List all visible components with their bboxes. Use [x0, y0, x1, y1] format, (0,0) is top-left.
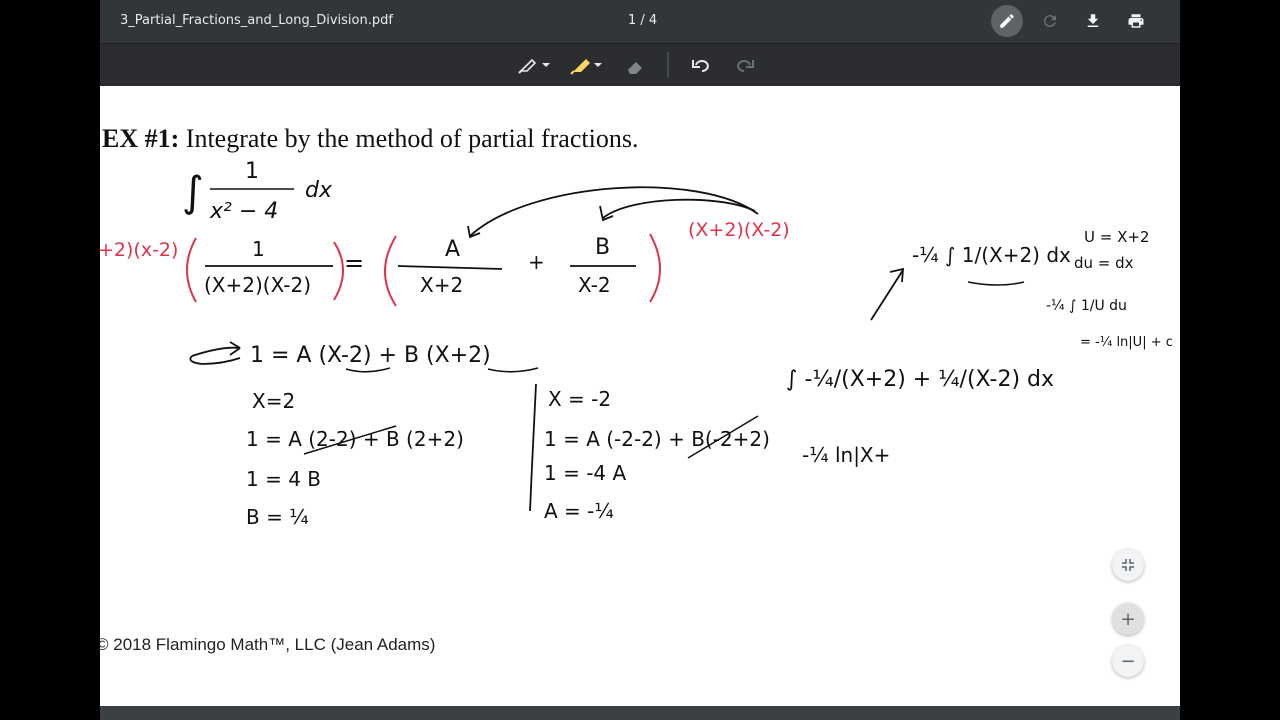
rhs-integral: ∫ -¼/(X+2) + ¼/(X-2) dx [786, 367, 1054, 392]
integral-denominator: x² − 4 [209, 199, 278, 224]
cover-up-work: 1 = A (X-2) + B (X+2) X=2 1 = A (2-2) + … [246, 343, 770, 529]
zoom-out-button[interactable]: − [1112, 645, 1144, 677]
term-a-numerator: A [445, 237, 460, 262]
fit-to-page-button[interactable] [1112, 549, 1144, 581]
integral-sign: ∫ [182, 167, 204, 216]
fit-icon [1122, 559, 1134, 571]
equals-sign: = [344, 249, 364, 277]
viewer-bottom-edge [100, 706, 1180, 720]
plus-sign: + [528, 250, 545, 274]
download-button[interactable] [1077, 5, 1109, 37]
redo-icon[interactable] [737, 60, 754, 72]
lhs-denominator: (X+2)(X-2) [204, 273, 311, 297]
integral-expression: ∫ 1 x² − 4 dx [182, 159, 333, 224]
copyright-notice: © 2018 Flamingo Math™, LLC (Jean Adams) [100, 635, 436, 654]
left-case-line2: 1 = 4 B [246, 467, 321, 491]
integration-work: ∫ -¼/(X+2) + ¼/(X-2) dx -¼ ∫ 1/(X+2) dx … [786, 228, 1173, 467]
left-case-x: X=2 [252, 389, 295, 413]
term-a-denominator: X+2 [420, 273, 463, 297]
substitution-result: = -¼ ln|U| + c [1080, 335, 1173, 350]
rotate-icon [1043, 15, 1056, 28]
handwritten-notes: ∫ 1 x² − 4 dx +2)(x-2) (X+2)(X-2) 1 (X+2… [100, 159, 1173, 529]
red-factor-left: +2)(x-2) [100, 239, 178, 261]
substituted-integral: -¼ ∫ 1/U du [1046, 298, 1127, 314]
right-case-x: X = -2 [548, 387, 611, 411]
print-icon [1128, 14, 1144, 28]
term-b-denominator: X-2 [578, 273, 611, 297]
minus-icon: − [1120, 650, 1136, 672]
download-icon [1087, 14, 1099, 27]
zoom-in-button[interactable]: + [1112, 603, 1144, 635]
page-indicator[interactable]: 1 / 4 [628, 13, 657, 28]
red-factor-right: (X+2)(X-2) [688, 219, 790, 241]
pdf-page: EX #1: Integrate by the method of partia… [100, 86, 1180, 706]
right-case-line1: 1 = A (-2-2) + B(-2+2) [544, 427, 770, 451]
pen-icon [1000, 14, 1014, 28]
integral-dx: dx [305, 178, 333, 203]
partial-answer: -¼ ln|X+ [802, 443, 890, 467]
rotate-button[interactable] [1034, 5, 1066, 37]
term-b-numerator: B [595, 235, 610, 260]
pdf-viewer: 3_Partial_Fractions_and_Long_Division.pd… [100, 0, 1180, 720]
viewer-titlebar: 3_Partial_Fractions_and_Long_Division.pd… [100, 0, 1180, 44]
undo-icon[interactable] [692, 60, 709, 72]
print-button[interactable] [1120, 5, 1152, 37]
annotation-toolbar [100, 44, 1180, 86]
pen-tool-icon[interactable] [518, 58, 550, 74]
integral-numerator: 1 [245, 159, 259, 184]
highlighter-icon[interactable] [570, 59, 602, 75]
eraser-icon[interactable] [628, 62, 642, 74]
substitution-du: du = dx [1074, 254, 1134, 272]
file-name: 3_Partial_Fractions_and_Long_Division.pd… [120, 13, 393, 28]
rhs-top-integral: -¼ ∫ 1/(X+2) dx [912, 243, 1071, 267]
plus-icon: + [1120, 608, 1136, 630]
lhs-numerator: 1 [252, 237, 265, 261]
main-equation: 1 = A (X-2) + B (X+2) [250, 343, 491, 368]
left-case-line3: B = ¼ [246, 505, 309, 529]
setup-equation: 1 (X+2)(X-2) = A X+2 + B X-2 [204, 235, 636, 297]
right-case-line2: 1 = -4 A [544, 461, 626, 485]
right-case-line3: A = -¼ [544, 499, 614, 523]
annotate-pen-button[interactable] [991, 5, 1023, 37]
substitution-u: U = X+2 [1084, 228, 1149, 246]
